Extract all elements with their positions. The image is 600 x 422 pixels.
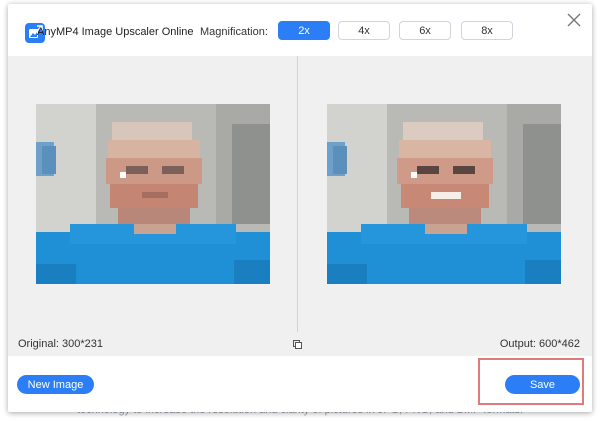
- original-image: [36, 104, 270, 284]
- magnification-label: Magnification:: [200, 26, 268, 38]
- magnification-6x-button[interactable]: 6x: [399, 21, 451, 40]
- dialog-header: AnyMP4 Image Upscaler Online Magnificati…: [8, 4, 592, 56]
- app-title: AnyMP4 Image Upscaler Online: [37, 26, 194, 38]
- output-image: [327, 104, 561, 284]
- upscaler-dialog: AnyMP4 Image Upscaler Online Magnificati…: [8, 4, 592, 412]
- original-resolution-label: Original: 300*231: [18, 338, 104, 350]
- resolution-info-bar: Original: 300*231 Output: 600*462: [8, 332, 592, 356]
- preview-divider: [297, 56, 298, 332]
- preview-area: Original: 300*231 Output: 600*462: [8, 56, 592, 356]
- dialog-footer: New Image Save: [8, 356, 592, 412]
- close-icon[interactable]: [566, 12, 582, 28]
- output-resolution-label: Output: 600*462: [499, 338, 580, 350]
- magnification-4x-button[interactable]: 4x: [338, 21, 390, 40]
- compare-icon[interactable]: [293, 340, 302, 349]
- new-image-button[interactable]: New Image: [17, 375, 94, 394]
- save-button[interactable]: Save: [505, 375, 580, 394]
- magnification-2x-button[interactable]: 2x: [278, 21, 330, 40]
- magnification-8x-button[interactable]: 8x: [461, 21, 513, 40]
